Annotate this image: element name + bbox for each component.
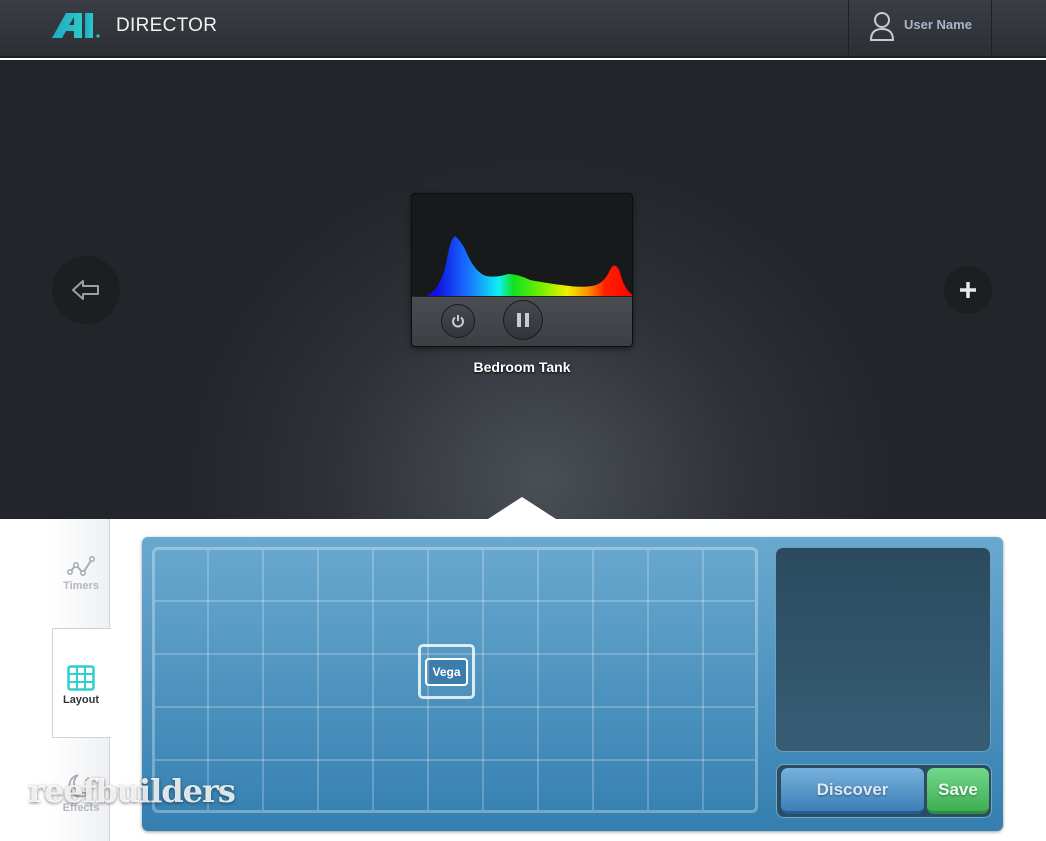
arrow-left-icon [72, 280, 99, 300]
grid-line [317, 550, 319, 810]
grid-line [155, 653, 755, 655]
discover-button[interactable]: Discover [781, 768, 924, 814]
app-title: DIRECTOR [116, 15, 218, 36]
power-button[interactable] [441, 304, 475, 338]
grid-icon [67, 665, 95, 691]
grid-line [155, 600, 755, 602]
ai-logo[interactable] [52, 12, 102, 43]
power-icon [452, 315, 464, 328]
back-button[interactable] [52, 256, 120, 324]
watermark: reefbuilders [28, 772, 236, 810]
top-bar: DIRECTOR User Name [0, 0, 1046, 58]
sidebar-item-label: Layout [62, 694, 100, 706]
device-card[interactable] [411, 193, 633, 347]
save-button[interactable]: Save [927, 768, 989, 814]
spectrum-graph [426, 236, 632, 296]
user-icon [869, 12, 895, 41]
sidebar-item-layout[interactable]: Layout [52, 665, 110, 706]
grid-line [647, 550, 649, 810]
grid-line [482, 550, 484, 810]
user-name: User Name [904, 17, 972, 32]
grid-line [702, 550, 704, 810]
plus-icon [960, 282, 976, 298]
add-device-button[interactable] [944, 266, 992, 314]
layout-panel: Vega Discover Save [142, 537, 1003, 831]
sidebar-item-timers[interactable]: Timers [52, 555, 110, 592]
grid-line [207, 550, 209, 810]
device-info-panel [775, 547, 991, 752]
action-bar: Discover Save [776, 764, 992, 818]
user-menu[interactable]: User Name [848, 0, 992, 58]
layout-grid[interactable]: Vega [152, 547, 758, 813]
pause-icon [517, 313, 529, 327]
device-tile-label: Vega [425, 657, 468, 686]
pause-button[interactable] [503, 300, 543, 340]
grid-line [537, 550, 539, 810]
grid-line [262, 550, 264, 810]
grid-line [592, 550, 594, 810]
device-stage: Bedroom Tank [0, 60, 1046, 519]
device-name: Bedroom Tank [473, 359, 571, 375]
grid-line [427, 550, 429, 810]
sidebar-item-label: Timers [63, 580, 99, 592]
grid-line [155, 706, 755, 708]
line-graph-icon [66, 555, 95, 577]
grid-line [372, 550, 374, 810]
device-controls [412, 296, 632, 346]
selection-pointer [488, 497, 556, 519]
grid-line [155, 759, 755, 761]
